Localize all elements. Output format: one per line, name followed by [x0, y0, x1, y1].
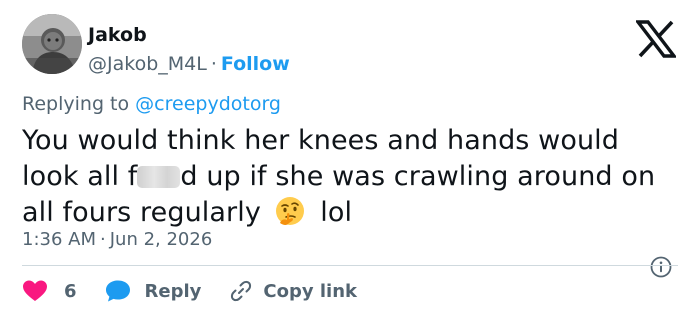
author-handle[interactable]: @Jakob_M4L: [88, 53, 207, 75]
link-icon: [231, 280, 252, 302]
tweet-time: 1:36 AM: [22, 229, 96, 250]
profile-avatar-icon: [22, 14, 82, 74]
x-logo-icon[interactable]: [636, 20, 676, 58]
tweet-text: You would think her knees and hands woul…: [22, 123, 682, 231]
reply-prefix: Replying to: [22, 93, 130, 115]
thinking-face-emoji-icon: [275, 197, 304, 225]
tweet-text-part-3: lol: [320, 197, 353, 228]
author-block: Jakob @Jakob_M4L · Follow: [88, 24, 290, 76]
copy-link-label: Copy link: [263, 280, 357, 302]
display-name[interactable]: Jakob: [88, 24, 290, 46]
censor-blur-icon: [137, 166, 181, 188]
heart-icon: [23, 280, 47, 301]
tweet-timestamp[interactable]: 1:36 AM · Jun 2, 2026: [22, 228, 212, 252]
action-bar: 6 Reply Copy link: [22, 278, 357, 304]
copy-link-button[interactable]: Copy link: [229, 279, 357, 303]
divider: [22, 265, 678, 266]
tweet-date: Jun 2, 2026: [109, 229, 213, 250]
meta-separator: ·: [100, 229, 106, 250]
follow-button[interactable]: Follow: [221, 53, 290, 75]
like-count: 6: [64, 280, 77, 302]
tweet-card: Jakob @Jakob_M4L · Follow Replying to @cre…: [0, 0, 700, 318]
reply-bubble-icon: [105, 280, 130, 302]
info-icon[interactable]: [650, 256, 672, 278]
handle-row: @Jakob_M4L · Follow: [88, 52, 290, 76]
avatar[interactable]: [22, 14, 82, 74]
reply-button[interactable]: Reply: [105, 279, 202, 303]
reply-mention[interactable]: @creepydotorg: [135, 93, 281, 115]
reply-label: Reply: [144, 280, 202, 302]
like-button[interactable]: 6: [22, 279, 77, 303]
reply-context: Replying to @creepydotorg: [22, 92, 281, 116]
separator-dot: ·: [210, 53, 217, 75]
